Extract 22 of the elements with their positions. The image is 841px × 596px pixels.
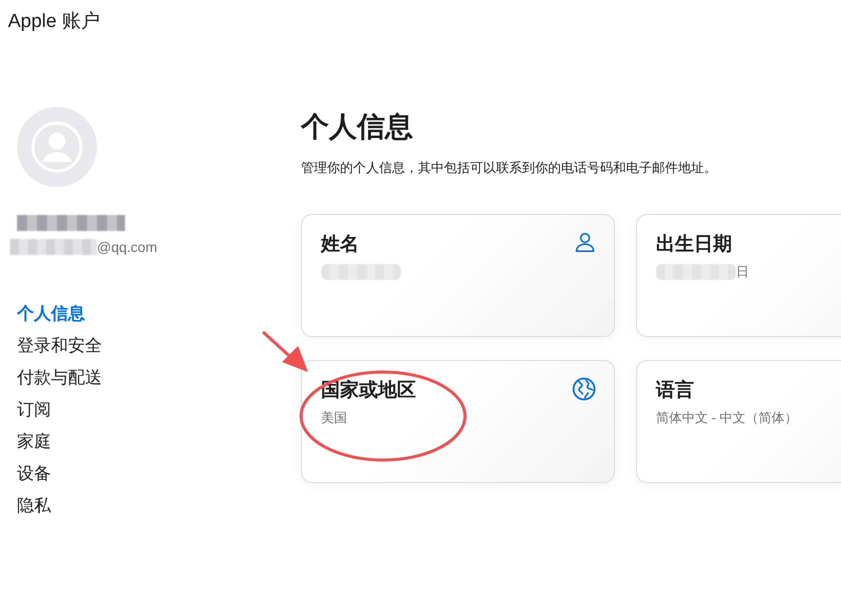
info-card[interactable]: 出生日期 日 xyxy=(636,214,841,337)
card-value: 简体中文 - 中文（简体） xyxy=(656,409,798,427)
sidebar-link[interactable]: 个人信息 xyxy=(17,303,85,335)
globe-icon xyxy=(572,377,596,401)
info-card[interactable]: 语言 简体中文 - 中文（简体） xyxy=(636,360,841,483)
card-value: 美国 xyxy=(321,409,347,427)
sidebar-link[interactable]: 设备 xyxy=(17,463,51,495)
card-title: 语言 xyxy=(656,378,694,403)
card-value: 日 xyxy=(736,263,749,281)
sidebar-link[interactable]: 订阅 xyxy=(17,399,51,431)
card-title: 出生日期 xyxy=(656,233,732,257)
account-email: @qq.com xyxy=(97,239,158,255)
sidebar-link[interactable]: 隐私 xyxy=(17,495,51,527)
sidebar-link[interactable]: 家庭 xyxy=(17,431,51,463)
sidebar-link[interactable]: 登录和安全 xyxy=(17,335,102,367)
page-title: 个人信息 xyxy=(301,110,414,144)
sidebar-link[interactable]: 付款与配送 xyxy=(17,367,102,399)
app-title: Apple 账户 xyxy=(7,10,101,34)
info-card[interactable]: 姓名 xyxy=(301,214,615,337)
card-title: 姓名 xyxy=(321,233,359,257)
page-description: 管理你的个人信息，其中包括可以联系到你的电话号码和电子邮件地址。 xyxy=(301,159,718,177)
person-icon xyxy=(574,231,596,253)
